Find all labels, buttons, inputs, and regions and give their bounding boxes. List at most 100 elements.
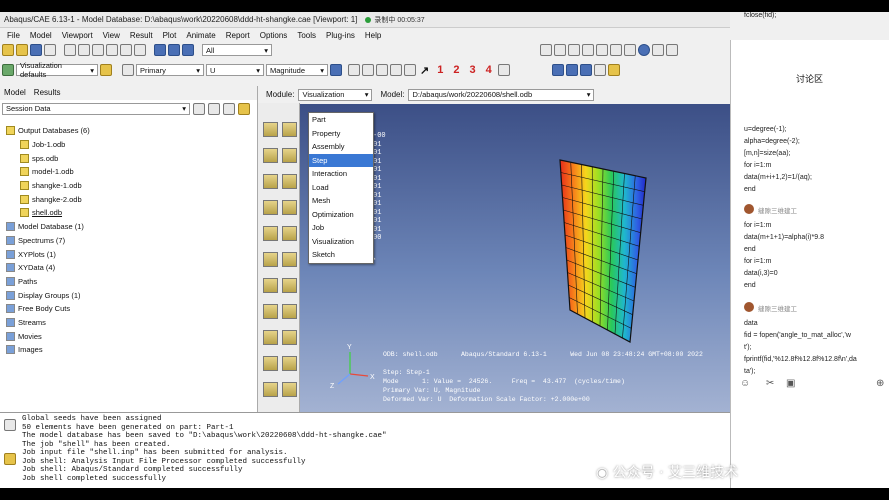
selection-filter[interactable]: All ▾ — [202, 44, 272, 56]
view-cut-icon[interactable] — [263, 330, 278, 345]
module-option-job[interactable]: Job — [309, 221, 373, 235]
probe-values-icon[interactable] — [282, 382, 297, 397]
menu-item-result[interactable]: Result — [125, 31, 158, 40]
module-option-property[interactable]: Property — [309, 127, 373, 141]
step-4-button[interactable]: 4 — [482, 64, 496, 76]
path-icon[interactable] — [282, 278, 297, 293]
rotate-icon[interactable] — [78, 44, 90, 56]
display-group-icon[interactable] — [263, 304, 278, 319]
report-icon[interactable] — [263, 382, 278, 397]
module-option-part[interactable]: Part — [309, 113, 373, 127]
animation-icon[interactable] — [282, 356, 297, 371]
tree-node[interactable]: model-1.odb — [0, 165, 258, 179]
overlay-icon[interactable] — [282, 200, 297, 215]
pan-icon[interactable] — [64, 44, 76, 56]
invariant-select[interactable]: Magnitude ▾ — [266, 64, 328, 76]
tree-node[interactable]: Free Body Cuts — [0, 302, 258, 316]
module-option-optimization[interactable]: Optimization — [309, 208, 373, 222]
menu-item-plot[interactable]: Plot — [158, 31, 182, 40]
plot-symbols-icon[interactable] — [565, 64, 578, 76]
tree-node[interactable]: Paths — [0, 275, 258, 289]
module-option-interaction[interactable]: Interaction — [309, 167, 373, 181]
render-hidden-icon[interactable] — [168, 44, 180, 56]
tree-node[interactable]: shangke-2.odb — [0, 192, 258, 206]
view-bottom-icon[interactable] — [596, 44, 608, 56]
step-next-icon[interactable] — [376, 64, 388, 76]
scissors-icon[interactable]: ✂ — [766, 378, 774, 389]
viz-defaults-icon[interactable] — [2, 64, 14, 76]
menu-item-report[interactable]: Report — [221, 31, 255, 40]
module-dropdown[interactable]: Part Property Assembly Step Interaction Load M… — [308, 112, 374, 264]
render-style-icon[interactable] — [100, 64, 112, 76]
render-wire-icon[interactable] — [154, 44, 166, 56]
field-output-icon[interactable] — [122, 64, 134, 76]
image-icon[interactable]: ▣ — [786, 378, 795, 389]
zoom-box-icon[interactable] — [106, 44, 118, 56]
view-iso-icon[interactable] — [540, 44, 552, 56]
module-option-visualization[interactable]: Visualization — [309, 235, 373, 249]
recorder-indicator[interactable]: 录制中 00:05:37 — [365, 15, 425, 25]
erase-icon[interactable] — [666, 44, 678, 56]
avatar[interactable] — [744, 302, 754, 312]
render-shaded-icon[interactable] — [182, 44, 194, 56]
xy-data-icon[interactable] — [263, 226, 278, 241]
menu-item-viewport[interactable]: Viewport — [57, 31, 98, 40]
tree-node[interactable]: XYData (4) — [0, 261, 258, 275]
xy-plot-icon[interactable] — [282, 226, 297, 241]
viz-defaults-select[interactable]: Visualization defaults ▾ — [16, 61, 98, 79]
module-option-sketch[interactable]: Sketch — [309, 248, 373, 262]
module-option-step[interactable]: Step — [309, 153, 373, 167]
step-last-icon[interactable] — [390, 64, 402, 76]
query-icon[interactable] — [263, 122, 278, 137]
superimpose-icon[interactable] — [263, 200, 278, 215]
model-select[interactable]: D:/abaqus/work/20220608/shell.odb ▾ — [408, 88, 595, 101]
color-code-icon[interactable] — [282, 330, 297, 345]
contour-options-icon[interactable] — [282, 148, 297, 163]
step-prev-icon[interactable] — [362, 64, 374, 76]
options-icon[interactable] — [263, 356, 278, 371]
menu-item-model[interactable]: Model — [25, 31, 57, 40]
save-icon[interactable] — [30, 44, 42, 56]
step-select-icon[interactable] — [404, 64, 416, 76]
tab-results[interactable]: Results — [34, 88, 61, 98]
fit-view-icon[interactable] — [120, 44, 132, 56]
plot-undeformed-icon[interactable] — [593, 64, 606, 76]
tree-node[interactable]: Images — [0, 343, 258, 357]
menu-item-plug-ins[interactable]: Plug-ins — [321, 31, 360, 40]
tree-expand-icon[interactable] — [208, 102, 220, 115]
open-icon[interactable] — [16, 44, 28, 56]
python-console-icon[interactable] — [4, 453, 16, 465]
menu-item-animate[interactable]: Animate — [181, 31, 220, 40]
menu-item-file[interactable]: File — [2, 31, 25, 40]
tree-node[interactable]: shell.odb — [0, 206, 258, 220]
menu-item-help[interactable]: Help — [360, 31, 386, 40]
tree-node[interactable]: Streams — [0, 316, 258, 330]
menu-item-options[interactable]: Options — [255, 31, 293, 40]
deformed-shell-plot[interactable] — [559, 159, 647, 343]
menu-item-tools[interactable]: Tools — [292, 31, 321, 40]
tree-node[interactable]: XYPlots (1) — [0, 247, 258, 261]
tree-node[interactable]: Output Databases (6) — [0, 124, 258, 138]
plot-contours-icon[interactable] — [551, 64, 564, 76]
view-right-icon[interactable] — [624, 44, 636, 56]
animate-icon[interactable] — [607, 64, 620, 76]
emoji-icon[interactable]: ☺ — [740, 378, 750, 389]
view-left-icon[interactable] — [610, 44, 622, 56]
tree-node[interactable]: Display Groups (1) — [0, 288, 258, 302]
new-icon[interactable] — [2, 44, 14, 56]
view-front-icon[interactable] — [554, 44, 566, 56]
common-options-icon[interactable] — [282, 174, 297, 189]
session-data-select[interactable]: Session Data ▾ — [2, 102, 190, 115]
menu-item-view[interactable]: View — [98, 31, 125, 40]
step-3-button[interactable]: 3 — [465, 64, 479, 76]
tree-lightbulb-icon[interactable] — [238, 102, 250, 115]
step-1-button[interactable]: 1 — [433, 64, 447, 76]
tree-node[interactable]: shangke-1.odb — [0, 179, 258, 193]
triad-icon[interactable] — [497, 64, 510, 76]
module-option-assembly[interactable]: Assembly — [309, 140, 373, 154]
avatar[interactable] — [744, 204, 754, 214]
tab-model[interactable]: Model — [4, 88, 26, 98]
tree-filter-icon[interactable] — [193, 102, 205, 115]
tree-collapse-icon[interactable] — [223, 102, 235, 115]
print-icon[interactable] — [44, 44, 56, 56]
